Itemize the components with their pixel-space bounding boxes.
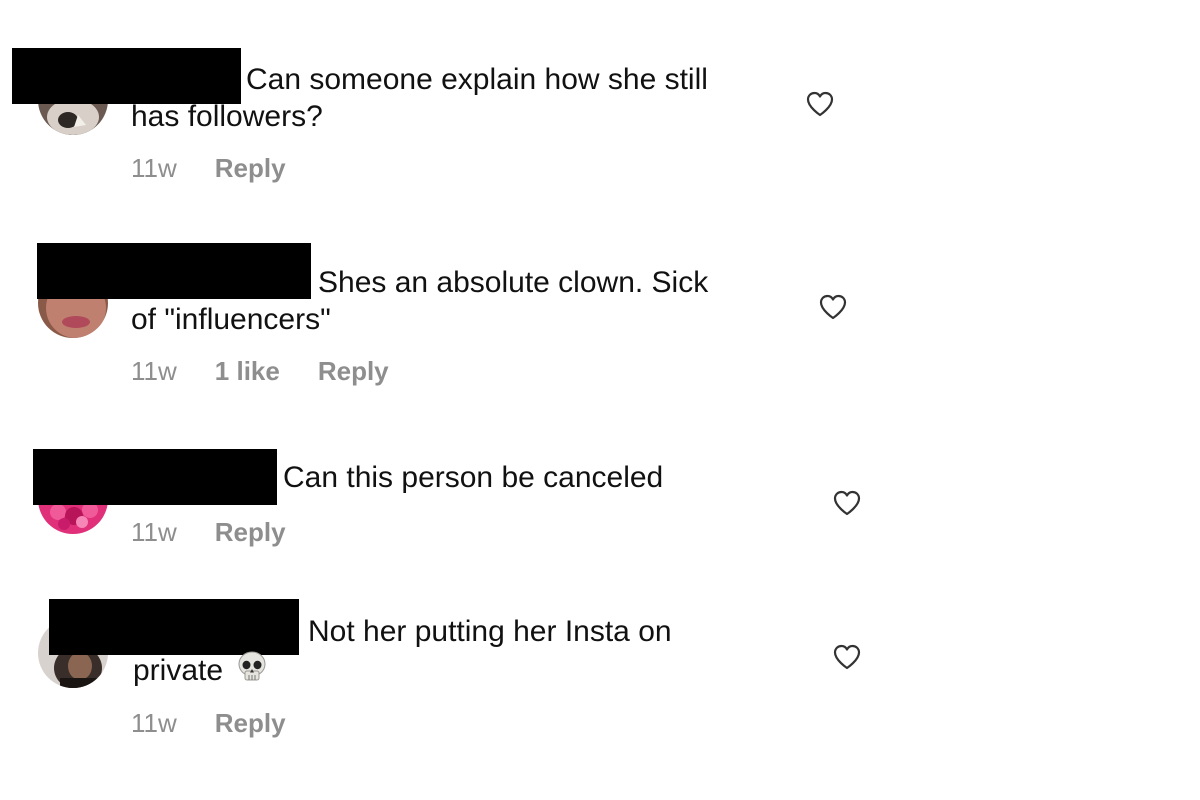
comment-text-line2: private: [133, 650, 269, 689]
like-count[interactable]: 1 like: [215, 356, 280, 387]
reply-button[interactable]: Reply: [215, 517, 286, 548]
reply-button[interactable]: Reply: [318, 356, 389, 387]
comment-text-line2: has followers?: [131, 100, 323, 133]
redacted-username: [33, 449, 277, 505]
like-heart-icon[interactable]: [833, 644, 861, 670]
comment-meta: 11w Reply: [131, 517, 286, 548]
redacted-username: [12, 48, 241, 104]
comment-meta: 11w Reply: [131, 153, 286, 184]
comment-timestamp: 11w: [131, 517, 177, 547]
comment-text-word: private: [133, 654, 224, 687]
comment-text-line1: Can this person be canceled: [283, 461, 664, 494]
comment-meta: 11w 1 like Reply: [131, 356, 389, 387]
like-heart-icon[interactable]: [806, 91, 834, 117]
skull-icon: [238, 651, 266, 681]
comment-timestamp: 11w: [131, 153, 177, 183]
comment-text-line1: Shes an absolute clown. Sick: [318, 266, 709, 299]
comment-text-line2: of "influencers": [131, 303, 331, 336]
comment-timestamp: 11w: [131, 356, 177, 386]
redacted-username: [37, 243, 311, 299]
comment-timestamp: 11w: [131, 708, 177, 738]
like-heart-icon[interactable]: [819, 294, 847, 320]
reply-button[interactable]: Reply: [215, 708, 286, 739]
comment-list: Can someone explain how she still has fo…: [0, 0, 1200, 800]
reply-button[interactable]: Reply: [215, 153, 286, 184]
comment-meta: 11w Reply: [131, 708, 286, 739]
redacted-username: [49, 599, 299, 655]
like-heart-icon[interactable]: [833, 490, 861, 516]
comment-text-line1: Not her putting her Insta on: [308, 615, 672, 648]
comment-text-line1: Can someone explain how she still: [246, 63, 708, 96]
